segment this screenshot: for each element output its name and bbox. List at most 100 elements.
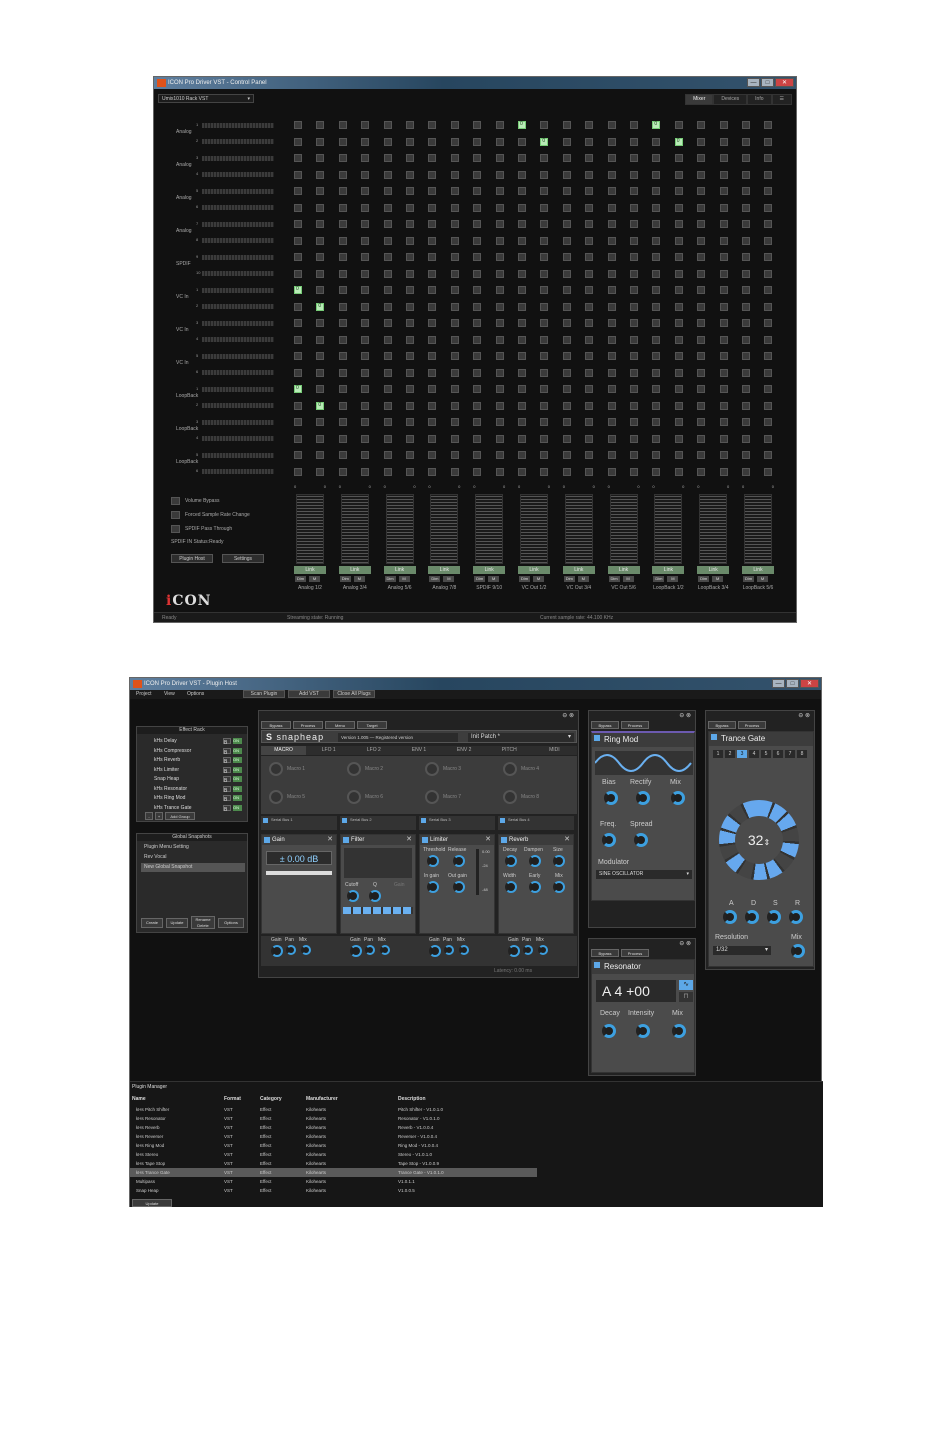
on-toggle[interactable]: ON <box>233 785 242 792</box>
routing-cell[interactable] <box>674 269 683 278</box>
routing-cell-active[interactable] <box>674 137 683 146</box>
link-button[interactable]: Link <box>428 566 461 574</box>
tab-mixer[interactable]: Mixer <box>685 94 714 105</box>
fader[interactable] <box>699 494 728 564</box>
snapshot-item[interactable]: Rev Vocal <box>141 853 245 862</box>
dim-button[interactable]: Dim <box>743 576 754 582</box>
routing-cell[interactable] <box>585 121 594 129</box>
routing-cell[interactable] <box>540 203 549 212</box>
routing-cell[interactable] <box>473 418 482 426</box>
routing-cell[interactable] <box>518 170 526 179</box>
routing-cell[interactable] <box>428 368 437 377</box>
freq-knob[interactable] <box>602 833 616 847</box>
routing-cell[interactable] <box>473 269 482 278</box>
routing-cell[interactable] <box>383 352 392 360</box>
routing-cell[interactable] <box>338 220 347 228</box>
effect-rack-item[interactable]: kHs Ring Mod B ON <box>142 794 242 803</box>
routing-cell[interactable] <box>406 154 414 162</box>
routing-cell[interactable] <box>652 170 661 179</box>
step-button[interactable]: 5 <box>761 750 771 758</box>
routing-cell[interactable] <box>450 352 459 360</box>
close-icon[interactable]: ✕ <box>406 835 412 845</box>
intensity-knob[interactable] <box>636 1024 650 1038</box>
routing-cell[interactable] <box>562 434 571 443</box>
step-button[interactable]: 7 <box>785 750 795 758</box>
routing-cell[interactable] <box>473 467 482 476</box>
routing-cell[interactable] <box>473 170 482 179</box>
mod-tab[interactable]: LFO 1 <box>306 746 351 755</box>
mod-tab[interactable]: MIDI <box>532 746 577 755</box>
routing-cell[interactable] <box>742 352 750 360</box>
routing-cell[interactable] <box>495 434 504 443</box>
routing-cell[interactable] <box>316 203 325 212</box>
mix-knob[interactable] <box>553 881 565 893</box>
routing-cell[interactable] <box>742 253 750 261</box>
routing-cell[interactable] <box>428 154 437 162</box>
routing-cell[interactable] <box>406 203 414 212</box>
routing-cell[interactable] <box>294 368 302 377</box>
routing-cell[interactable] <box>764 401 773 410</box>
bypass-toggle[interactable]: B <box>223 785 231 794</box>
mute-button[interactable]: M <box>443 576 455 582</box>
routing-cell[interactable] <box>450 467 459 476</box>
routing-cell[interactable] <box>450 302 459 311</box>
routing-cell[interactable] <box>294 121 302 129</box>
routing-cell[interactable] <box>495 236 504 245</box>
table-row[interactable]: kHs Stereo VST Effect Kilohearts Stereo - V1… <box>130 1150 820 1159</box>
q-knob[interactable] <box>369 890 381 902</box>
routing-cell[interactable] <box>316 434 325 443</box>
mod-tab[interactable]: LFO 2 <box>351 746 396 755</box>
bypass-toggle[interactable]: B <box>223 738 231 746</box>
routing-cell[interactable] <box>540 418 549 426</box>
minimize-button[interactable]: — <box>747 78 760 87</box>
routing-cell[interactable] <box>674 418 683 426</box>
routing-cell[interactable] <box>495 170 504 179</box>
step-button[interactable]: 2 <box>725 750 735 758</box>
settings-button[interactable]: Settings <box>222 554 264 563</box>
routing-cell[interactable] <box>338 368 347 377</box>
minimize-button[interactable]: — <box>772 679 785 688</box>
routing-cell[interactable] <box>630 220 638 228</box>
mod-tab[interactable]: ENV 1 <box>396 746 441 755</box>
routing-cell[interactable] <box>495 418 504 426</box>
routing-cell[interactable] <box>697 170 706 179</box>
routing-cell[interactable] <box>764 302 773 311</box>
fader[interactable] <box>430 494 459 564</box>
routing-cell[interactable] <box>540 385 549 393</box>
on-toggle[interactable]: ON <box>233 776 242 782</box>
routing-cell[interactable] <box>585 236 594 245</box>
modulator-select[interactable]: SINE OSCILLATOR ▾ <box>596 870 692 879</box>
routing-cell[interactable] <box>607 220 616 228</box>
routing-cell[interactable] <box>607 203 616 212</box>
mix-knob[interactable] <box>380 945 390 955</box>
dim-button[interactable]: Dim <box>295 576 306 582</box>
routing-cell[interactable] <box>607 352 616 360</box>
bypass-toggle[interactable]: B <box>223 776 231 784</box>
routing-cell[interactable] <box>562 170 571 179</box>
options-button[interactable]: Options <box>218 918 244 928</box>
routing-cell[interactable] <box>742 203 750 212</box>
pan-knob[interactable] <box>444 945 454 955</box>
routing-cell[interactable] <box>361 121 370 129</box>
routing-cell[interactable] <box>630 286 638 294</box>
step-button[interactable]: 1 <box>713 750 723 758</box>
dim-button[interactable]: Dim <box>429 576 441 582</box>
routing-cell[interactable] <box>585 220 594 228</box>
gain-knob[interactable] <box>429 945 441 957</box>
routing-cell[interactable] <box>719 302 728 311</box>
routing-cell[interactable] <box>652 434 661 443</box>
link-button[interactable]: Link <box>383 566 416 574</box>
routing-cell[interactable] <box>562 137 571 146</box>
routing-cell[interactable] <box>652 269 661 278</box>
macro-knob[interactable]: Macro 7 <box>425 790 461 804</box>
routing-cell[interactable] <box>361 203 370 212</box>
routing-cell[interactable] <box>585 352 594 360</box>
d-knob[interactable] <box>745 910 759 924</box>
dim-button[interactable]: Dim <box>563 576 575 582</box>
routing-cell[interactable] <box>562 352 571 360</box>
routing-cell[interactable] <box>764 170 773 179</box>
routing-cell[interactable] <box>719 253 728 261</box>
decay-knob[interactable] <box>505 855 517 867</box>
routing-cell[interactable] <box>450 286 459 294</box>
routing-cell[interactable] <box>652 253 661 261</box>
